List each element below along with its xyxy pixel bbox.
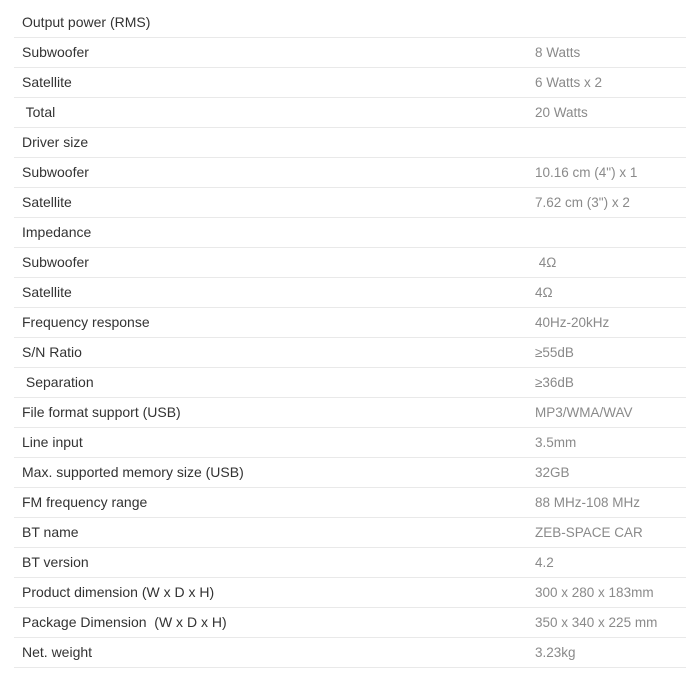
spec-row: BT version 4.2 (14, 547, 686, 578)
spec-value: ≥55dB (535, 337, 686, 368)
spec-value (535, 7, 686, 38)
spec-row: Subwoofer 10.16 cm (4") x 1 (14, 157, 686, 188)
spec-row: Impedance (14, 217, 686, 248)
spec-value: 6 Watts x 2 (535, 67, 686, 98)
spec-value (535, 217, 686, 248)
spec-value: 32GB (535, 457, 686, 488)
spec-label: Satellite (14, 277, 535, 308)
spec-row: Separation ≥36dB (14, 367, 686, 398)
spec-row: Line input 3.5mm (14, 427, 686, 458)
spec-row: Max. supported memory size (USB) 32GB (14, 457, 686, 488)
spec-value (535, 127, 686, 158)
spec-value: 8 Watts (535, 37, 686, 68)
spec-value: ZEB-SPACE CAR (535, 517, 686, 548)
specifications-table: Output power (RMS) Subwoofer 8 Watts Satell… (14, 7, 686, 668)
spec-value: 4.2 (535, 547, 686, 578)
spec-row: Product dimension (W x D x H) 300 x 280 x… (14, 577, 686, 608)
spec-label: Line input (14, 427, 535, 458)
spec-row: Subwoofer 8 Watts (14, 37, 686, 68)
spec-label: Net. weight (14, 637, 535, 668)
spec-row: Total 20 Watts (14, 97, 686, 128)
spec-row: Frequency response 40Hz-20kHz (14, 307, 686, 338)
spec-row: Satellite 4Ω (14, 277, 686, 308)
spec-label: BT version (14, 547, 535, 578)
spec-row: File format support (USB) MP3/WMA/WAV (14, 397, 686, 428)
spec-label: Separation (14, 367, 535, 398)
spec-value: 3.5mm (535, 427, 686, 458)
spec-value: 350 x 340 x 225 mm (535, 607, 686, 638)
spec-label: File format support (USB) (14, 397, 535, 428)
spec-row: Driver size (14, 127, 686, 158)
spec-row: Output power (RMS) (14, 7, 686, 38)
spec-label: Package Dimension (W x D x H) (14, 607, 535, 638)
spec-row: Satellite 7.62 cm (3") x 2 (14, 187, 686, 218)
spec-label: Subwoofer (14, 157, 535, 188)
spec-label: FM frequency range (14, 487, 535, 518)
spec-label: Driver size (14, 127, 535, 158)
spec-value: 4Ω (535, 277, 686, 308)
spec-row: S/N Ratio ≥55dB (14, 337, 686, 368)
spec-label: BT name (14, 517, 535, 548)
spec-row: Net. weight 3.23kg (14, 637, 686, 668)
spec-label: Subwoofer (14, 247, 535, 278)
spec-label: Subwoofer (14, 37, 535, 68)
specifications-body: Output power (RMS) Subwoofer 8 Watts Satell… (14, 7, 686, 668)
spec-label: Frequency response (14, 307, 535, 338)
spec-value: 40Hz-20kHz (535, 307, 686, 338)
spec-value: 10.16 cm (4") x 1 (535, 157, 686, 188)
spec-row: Subwoofer 4Ω (14, 247, 686, 278)
spec-label: Output power (RMS) (14, 7, 535, 38)
spec-label: Total (14, 97, 535, 128)
spec-value: 20 Watts (535, 97, 686, 128)
spec-value: 3.23kg (535, 637, 686, 668)
spec-label: S/N Ratio (14, 337, 535, 368)
spec-label: Product dimension (W x D x H) (14, 577, 535, 608)
spec-row: FM frequency range 88 MHz-108 MHz (14, 487, 686, 518)
spec-label: Max. supported memory size (USB) (14, 457, 535, 488)
spec-label: Satellite (14, 187, 535, 218)
spec-label: Satellite (14, 67, 535, 98)
spec-row: Package Dimension (W x D x H) 350 x 340 x… (14, 607, 686, 638)
spec-value: 88 MHz-108 MHz (535, 487, 686, 518)
spec-value: 4Ω (535, 247, 686, 278)
spec-row: BT name ZEB-SPACE CAR (14, 517, 686, 548)
spec-row: Satellite 6 Watts x 2 (14, 67, 686, 98)
spec-value: MP3/WMA/WAV (535, 397, 686, 428)
spec-value: ≥36dB (535, 367, 686, 398)
spec-value: 300 x 280 x 183mm (535, 577, 686, 608)
spec-value: 7.62 cm (3") x 2 (535, 187, 686, 218)
spec-label: Impedance (14, 217, 535, 248)
